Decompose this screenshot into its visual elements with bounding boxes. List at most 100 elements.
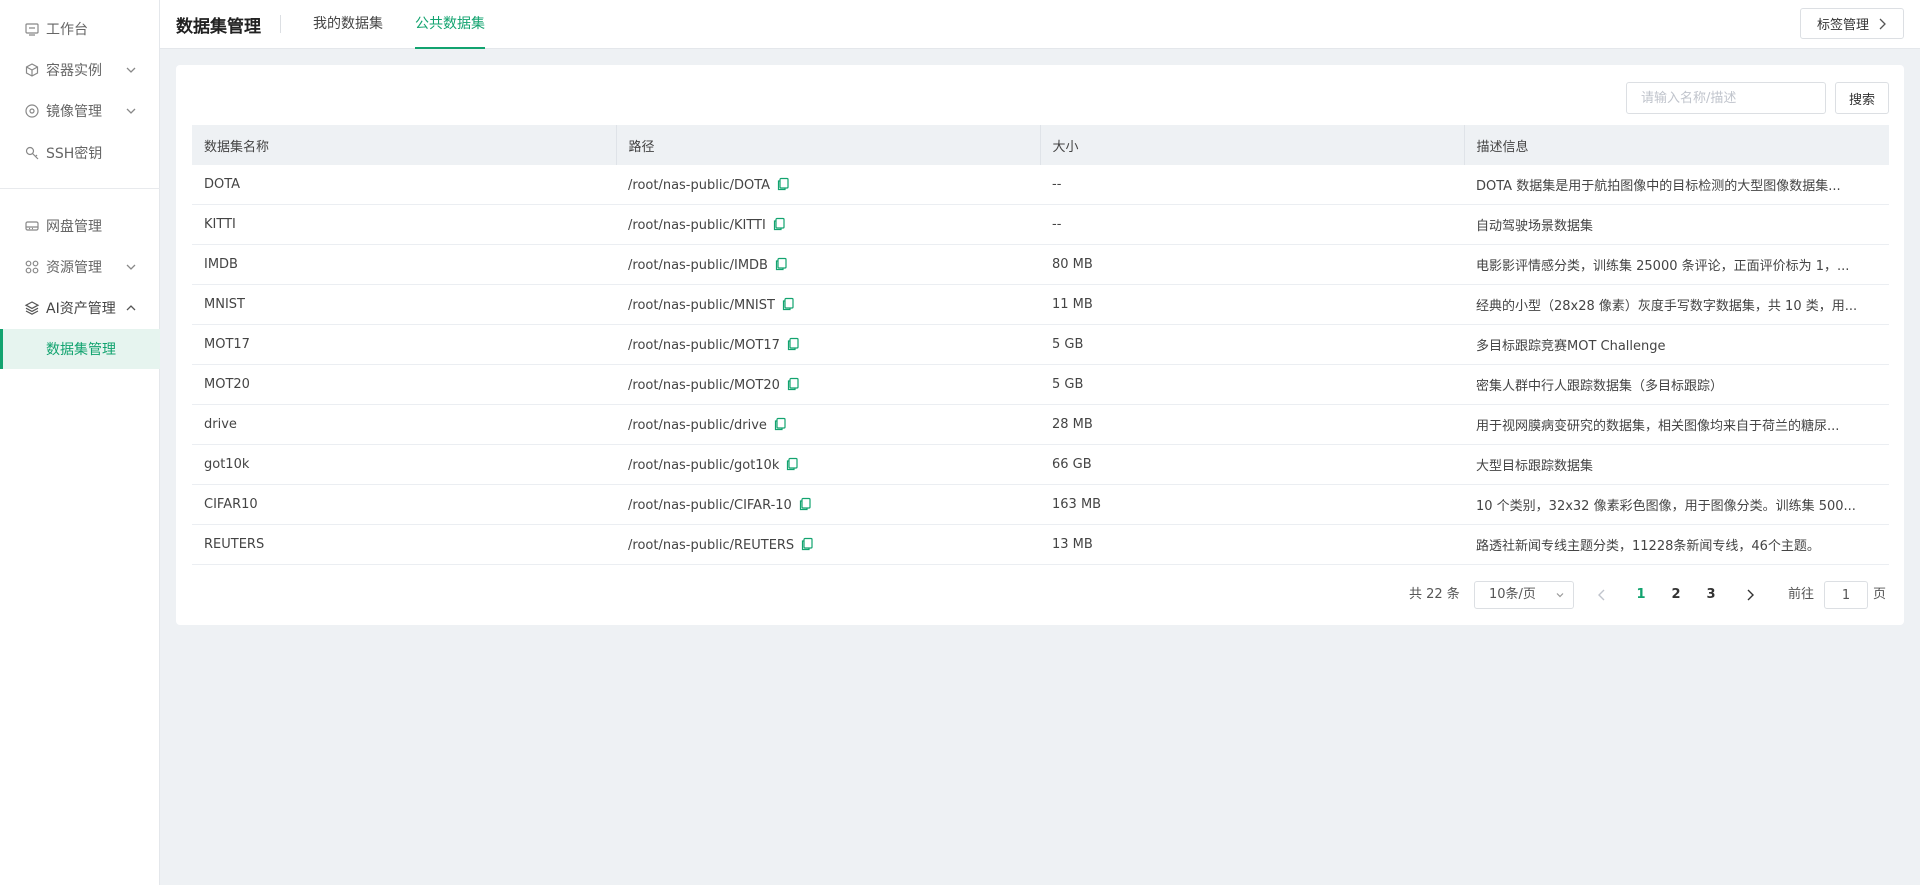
cell-name: CIFAR10	[192, 484, 616, 525]
cube-icon	[24, 62, 40, 78]
cell-name: KITTI	[192, 204, 616, 245]
table-row: KITTI/root/nas-public/KITTI -- 自动驾驶场景数据集	[192, 204, 1889, 245]
cell-path: /root/nas-public/CIFAR-10	[616, 484, 1040, 525]
copy-icon[interactable]	[774, 257, 788, 271]
path-text: /root/nas-public/MOT17	[628, 337, 780, 353]
chevron-left-icon	[1598, 589, 1605, 601]
path-text: /root/nas-public/got10k	[628, 457, 780, 473]
sidebar-item-label: 工作台	[46, 22, 88, 38]
disc-icon	[24, 103, 40, 119]
table-row: MOT20/root/nas-public/MOT20 5 GB 密集人群中行人跟踪…	[192, 364, 1889, 405]
cell-size: 80 MB	[1040, 244, 1464, 285]
table-row: CIFAR10/root/nas-public/CIFAR-10 163 MB 10…	[192, 484, 1889, 525]
cell-description: 路透社新闻专线主题分类，11228条新闻专线，46个主题。	[1464, 524, 1889, 565]
next-page-button[interactable]	[1740, 581, 1760, 609]
path-text: /root/nas-public/drive	[628, 417, 767, 433]
page-size-value: 10条/页	[1489, 587, 1536, 602]
sidebar-item-label: 数据集管理	[46, 342, 116, 358]
sidebar-item-label: 网盘管理	[46, 219, 102, 235]
cell-name: MNIST	[192, 284, 616, 325]
page-title: 数据集管理	[176, 17, 261, 37]
sidebar-item-ssh-keys[interactable]: SSH密钥	[0, 133, 160, 173]
path-text: /root/nas-public/IMDB	[628, 257, 768, 273]
pagination-total: 共 22 条	[1409, 587, 1460, 602]
copy-icon[interactable]	[785, 457, 799, 471]
grid-icon	[24, 259, 40, 275]
tag-management-button[interactable]: 标签管理	[1800, 8, 1904, 39]
sidebar-item-image-management[interactable]: 镜像管理	[0, 91, 160, 131]
copy-icon[interactable]	[786, 377, 800, 391]
table-row: DOTA/root/nas-public/DOTA -- DOTA 数据集是用于航拍…	[192, 165, 1889, 205]
cell-name: REUTERS	[192, 524, 616, 565]
prev-page-button[interactable]	[1592, 581, 1612, 609]
goto-page-input[interactable]	[1824, 581, 1868, 609]
cell-description: 用于视网膜病变研究的数据集，相关图像均来自于荷兰的糖尿...	[1464, 404, 1889, 445]
page-2[interactable]: 2	[1664, 581, 1688, 609]
table-row: MNIST/root/nas-public/MNIST 11 MB 经典的小型（28…	[192, 284, 1889, 325]
dataset-card: 搜索 数据集名称 路径 大小 描述信息 DOTA/root/nas-public…	[176, 65, 1904, 625]
cell-description: 自动驾驶场景数据集	[1464, 204, 1889, 245]
cell-path: /root/nas-public/DOTA	[616, 165, 1040, 205]
sidebar-item-workbench[interactable]: 工作台	[0, 9, 160, 49]
cell-name: drive	[192, 404, 616, 445]
cell-description: 多目标跟踪竞赛MOT Challenge	[1464, 324, 1889, 365]
cell-size: 13 MB	[1040, 524, 1464, 565]
cell-name: DOTA	[192, 165, 616, 205]
column-header-name: 数据集名称	[192, 125, 617, 165]
sidebar-item-container-instances[interactable]: 容器实例	[0, 50, 160, 90]
search-button[interactable]: 搜索	[1835, 82, 1889, 114]
copy-icon[interactable]	[786, 337, 800, 351]
cell-path: /root/nas-public/drive	[616, 404, 1040, 445]
cell-size: 163 MB	[1040, 484, 1464, 525]
sidebar-item-label: 镜像管理	[46, 104, 102, 120]
cell-path: /root/nas-public/IMDB	[616, 244, 1040, 285]
chevron-right-icon	[1879, 18, 1886, 29]
sidebar-item-resource-management[interactable]: 资源管理	[0, 247, 160, 287]
sidebar-item-netdisk[interactable]: 网盘管理	[0, 206, 160, 246]
sidebar-item-dataset-management[interactable]: 数据集管理	[0, 329, 160, 369]
cell-size: --	[1040, 165, 1464, 205]
header-divider	[280, 15, 281, 33]
page-1[interactable]: 1	[1629, 581, 1653, 609]
path-text: /root/nas-public/MOT20	[628, 377, 780, 393]
copy-icon[interactable]	[781, 297, 795, 311]
cell-name: MOT20	[192, 364, 616, 405]
search-input[interactable]	[1626, 82, 1826, 114]
cell-path: /root/nas-public/MOT17	[616, 324, 1040, 365]
cell-size: 28 MB	[1040, 404, 1464, 445]
cell-description: 密集人群中行人跟踪数据集（多目标跟踪）	[1464, 364, 1889, 405]
cell-description: 经典的小型（28x28 像素）灰度手写数字数据集，共 10 类，用...	[1464, 284, 1889, 325]
cell-size: 11 MB	[1040, 284, 1464, 325]
cell-path: /root/nas-public/MOT20	[616, 364, 1040, 405]
column-header-path: 路径	[616, 125, 1041, 165]
table-row: IMDB/root/nas-public/IMDB 80 MB 电影影评情感分类，训…	[192, 244, 1889, 285]
table-header-row: 数据集名称 路径 大小 描述信息	[192, 125, 1889, 165]
copy-icon[interactable]	[798, 497, 812, 511]
cell-path: /root/nas-public/REUTERS	[616, 524, 1040, 565]
copy-icon[interactable]	[800, 537, 814, 551]
copy-icon[interactable]	[772, 217, 786, 231]
chevron-right-icon	[1747, 589, 1754, 601]
page-3[interactable]: 3	[1699, 581, 1723, 609]
cell-size: 5 GB	[1040, 324, 1464, 365]
path-text: /root/nas-public/MNIST	[628, 297, 775, 313]
sidebar-item-label: 容器实例	[46, 63, 102, 79]
cell-path: /root/nas-public/KITTI	[616, 204, 1040, 245]
cell-description: DOTA 数据集是用于航拍图像中的目标检测的大型图像数据集...	[1464, 165, 1889, 205]
cell-name: MOT17	[192, 324, 616, 365]
cell-size: 66 GB	[1040, 444, 1464, 485]
page-size-select[interactable]: 10条/页	[1474, 581, 1574, 609]
tag-management-label: 标签管理	[1816, 18, 1869, 33]
chevron-down-icon	[1556, 593, 1564, 598]
tab-public-datasets[interactable]: 公共数据集	[415, 0, 485, 49]
cell-size: --	[1040, 204, 1464, 245]
column-header-description: 描述信息	[1464, 125, 1889, 165]
path-text: /root/nas-public/KITTI	[628, 217, 766, 233]
cell-description: 电影影评情感分类，训练集 25000 条评论，正面评价标为 1，...	[1464, 244, 1889, 285]
copy-icon[interactable]	[773, 417, 787, 431]
tab-my-datasets[interactable]: 我的数据集	[313, 0, 383, 49]
sidebar: 工作台 容器实例 镜像管理 SSH密钥 网盘管理 资源管理 AI资产管理 数据集…	[0, 0, 160, 885]
sidebar-item-ai-assets[interactable]: AI资产管理	[0, 288, 160, 328]
sidebar-item-label: 资源管理	[46, 260, 102, 276]
copy-icon[interactable]	[776, 177, 790, 191]
